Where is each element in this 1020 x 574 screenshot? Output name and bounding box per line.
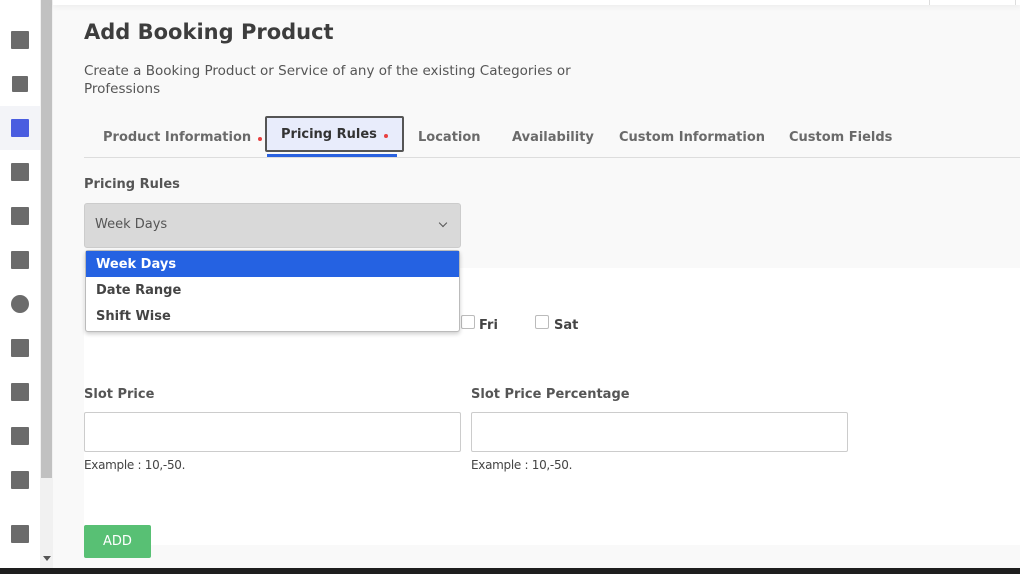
grid-icon bbox=[11, 251, 29, 269]
bottom-bar bbox=[0, 568, 1020, 574]
hierarchy-icon bbox=[12, 76, 28, 92]
divider bbox=[929, 0, 930, 5]
checkbox-sat-label: Sat bbox=[554, 318, 579, 333]
document-icon bbox=[11, 207, 29, 225]
tab-label: Custom Information bbox=[619, 129, 766, 145]
sidebar-item-document[interactable] bbox=[0, 194, 40, 238]
required-dot bbox=[258, 137, 263, 141]
divider bbox=[1015, 0, 1016, 5]
list-icon bbox=[11, 163, 29, 181]
page-description: Create a Booking Product or Service of a… bbox=[84, 63, 571, 97]
tab-label: Availability bbox=[512, 129, 594, 145]
sidebar-item-grid[interactable] bbox=[0, 238, 40, 282]
user-icon bbox=[11, 295, 29, 313]
slot-price-percentage-input[interactable] bbox=[471, 412, 848, 452]
sidebar-scrollbar[interactable] bbox=[40, 0, 53, 568]
slot-price-input[interactable] bbox=[84, 412, 461, 452]
star-icon bbox=[11, 339, 29, 357]
slot-price-label: Slot Price bbox=[84, 387, 155, 402]
option-shift-wise[interactable]: Shift Wise bbox=[86, 303, 459, 329]
tab-label: Custom Fields bbox=[789, 129, 893, 145]
tab-pricing-rules[interactable]: Pricing Rules bbox=[265, 116, 404, 152]
tab-availability[interactable]: Availability bbox=[512, 116, 594, 158]
page-title: Add Booking Product bbox=[84, 20, 334, 44]
add-button[interactable]: ADD bbox=[84, 525, 151, 558]
scroll-down-icon[interactable] bbox=[43, 556, 51, 561]
checkbox-fri[interactable] bbox=[461, 315, 475, 329]
sidebar-item-user[interactable] bbox=[0, 282, 40, 326]
tab-custom-information[interactable]: Custom Information bbox=[619, 116, 765, 158]
tab-product-information[interactable]: Product Information bbox=[103, 116, 263, 158]
checkbox-sat[interactable] bbox=[535, 315, 549, 329]
sidebar-item-list[interactable] bbox=[0, 150, 40, 194]
chevron-down-icon bbox=[438, 218, 448, 228]
pricing-rules-dropdown: Week Days Date Range Shift Wise bbox=[85, 250, 460, 332]
tab-label: Location bbox=[418, 129, 481, 145]
slot-price-hint: Example : 10,-50. bbox=[84, 458, 186, 472]
puzzle-icon bbox=[11, 427, 29, 445]
group-icon bbox=[11, 383, 29, 401]
pricing-rules-select[interactable]: Week Days bbox=[84, 203, 461, 248]
select-value: Week Days bbox=[95, 217, 168, 232]
download-icon bbox=[11, 525, 29, 543]
active-tab-indicator bbox=[267, 154, 397, 157]
top-bar bbox=[53, 0, 1020, 5]
sidebar-item-download[interactable] bbox=[0, 512, 40, 556]
checkbox-fri-label: Fri bbox=[479, 318, 498, 333]
settings-icon bbox=[11, 471, 29, 489]
sidebar-item-hierarchy[interactable] bbox=[0, 62, 40, 106]
scrollbar-thumb[interactable] bbox=[41, 0, 52, 478]
sidebar bbox=[0, 0, 40, 568]
sidebar-item-calendar[interactable] bbox=[0, 106, 40, 150]
tab-label: Product Information bbox=[103, 129, 252, 145]
tab-label: Pricing Rules bbox=[281, 126, 377, 142]
tab-location[interactable]: Location bbox=[418, 116, 481, 158]
sidebar-item-puzzle[interactable] bbox=[0, 414, 40, 458]
sidebar-item-star[interactable] bbox=[0, 326, 40, 370]
slot-price-percentage-hint: Example : 10,-50. bbox=[471, 458, 573, 472]
calendar-icon bbox=[11, 119, 29, 137]
sidebar-item-group[interactable] bbox=[0, 370, 40, 414]
pricing-rules-label: Pricing Rules bbox=[84, 177, 180, 192]
sidebar-item-dashboard[interactable] bbox=[0, 18, 40, 62]
required-dot bbox=[383, 134, 388, 138]
tab-custom-fields[interactable]: Custom Fields bbox=[789, 116, 892, 158]
option-week-days[interactable]: Week Days bbox=[86, 251, 459, 277]
dashboard-icon bbox=[11, 31, 29, 49]
option-date-range[interactable]: Date Range bbox=[86, 277, 459, 303]
sidebar-item-settings[interactable] bbox=[0, 458, 40, 502]
slot-price-percentage-label: Slot Price Percentage bbox=[471, 387, 630, 402]
tab-bar: Product Information Pricing Rules Locati… bbox=[84, 116, 1020, 158]
